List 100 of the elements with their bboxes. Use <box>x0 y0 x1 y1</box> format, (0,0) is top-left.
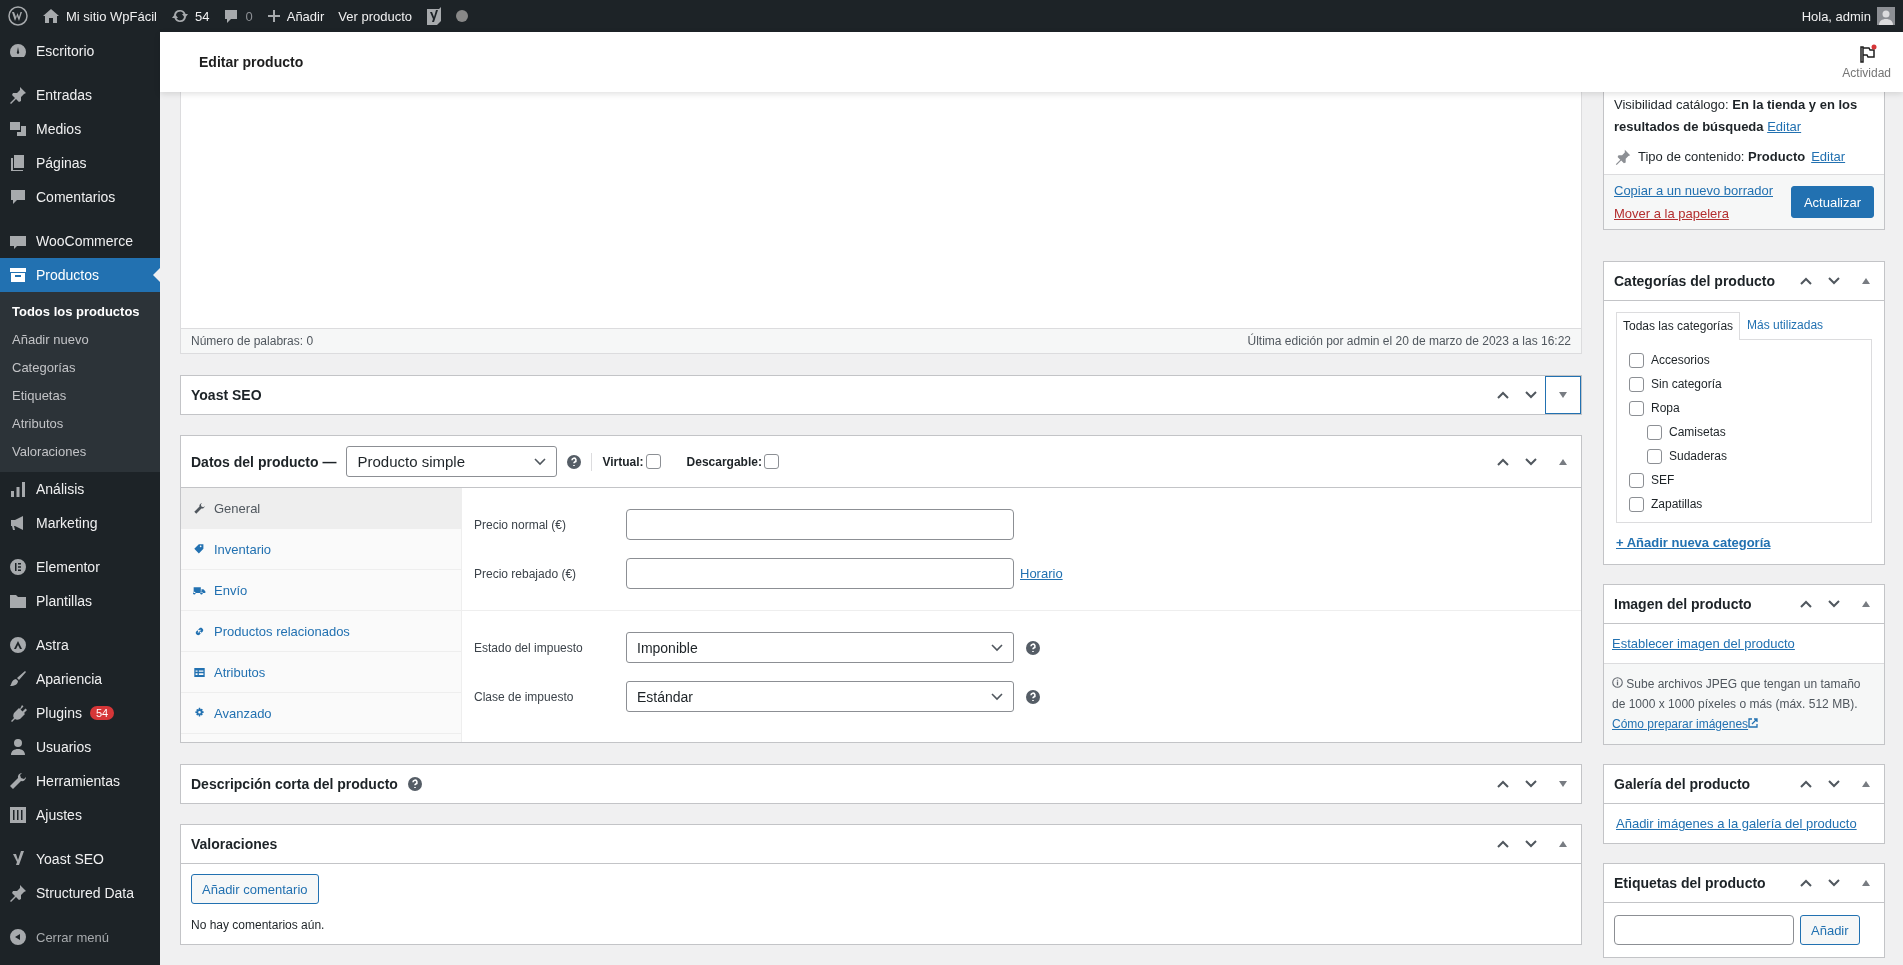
menu-item[interactable]: Apariencia <box>0 662 160 696</box>
activity-button[interactable]: Actividad <box>1842 44 1891 80</box>
chevron-down-icon <box>1827 779 1841 789</box>
product-type-select[interactable]: Producto simple <box>346 446 558 477</box>
submenu-item[interactable]: Categorías <box>0 354 160 382</box>
submenu-item[interactable]: Atributos <box>0 410 160 438</box>
edit-link[interactable]: Editar <box>1811 146 1846 168</box>
comment-icon <box>8 187 28 207</box>
refresh-icon <box>171 8 189 24</box>
checkbox[interactable] <box>1647 448 1662 464</box>
product-data-tab[interactable]: Avanzado <box>181 693 461 734</box>
panel-title[interactable]: Etiquetas del producto <box>1614 875 1766 891</box>
pin-icon <box>1614 148 1632 166</box>
select-field[interactable]: Estándar <box>626 681 1014 712</box>
option-label: Descargable: <box>686 454 762 469</box>
menu-item[interactable]: Herramientas <box>0 764 160 798</box>
trash-link[interactable]: Mover a la papelera <box>1614 206 1773 221</box>
product-data-tab[interactable]: Atributos <box>181 652 461 693</box>
guide-link[interactable]: Cómo preparar imágenes <box>1612 717 1759 731</box>
menu-item[interactable]: Entradas <box>0 78 160 112</box>
menu-item[interactable]: Yoast SEO <box>0 842 160 876</box>
panel-title[interactable]: Categorías del producto <box>1614 273 1776 289</box>
category-label: Accesorios <box>1651 353 1710 367</box>
updates-link[interactable]: 54 <box>171 8 210 24</box>
checkbox[interactable] <box>763 454 779 469</box>
chevron-up-icon <box>1799 779 1813 789</box>
view-product-link[interactable]: Ver producto <box>338 8 412 24</box>
checkbox[interactable] <box>1629 400 1644 416</box>
option-label: Virtual: <box>602 454 644 469</box>
panel-title[interactable]: Yoast SEO <box>191 387 262 403</box>
menu-item[interactable]: Comentarios <box>0 180 160 214</box>
toggle-panel-button[interactable] <box>1545 376 1581 414</box>
menu-item[interactable]: Análisis <box>0 472 160 506</box>
submenu-item[interactable]: Valoraciones <box>0 438 160 466</box>
caret-icon <box>991 643 1003 652</box>
submenu-item[interactable]: Añadir nuevo <box>0 326 160 354</box>
site-name-link[interactable]: Mi sitio WpFácil <box>42 8 157 24</box>
submenu-item[interactable]: Todos los productos <box>0 298 160 326</box>
add-tag-button[interactable]: Añadir <box>1800 915 1860 945</box>
menu-item[interactable]: Plantillas <box>0 584 160 618</box>
schedule-link[interactable]: Horario <box>1020 566 1063 581</box>
checkbox[interactable] <box>1629 496 1644 512</box>
checkbox[interactable] <box>645 454 661 469</box>
collapse-menu-button[interactable]: Cerrar menú <box>0 920 160 954</box>
product-data-tab[interactable]: Inventario <box>181 529 461 570</box>
checkbox[interactable] <box>1629 376 1644 392</box>
menu-item[interactable]: Structured Data <box>0 876 160 910</box>
count-badge: 54 <box>89 706 115 720</box>
tag-input-field[interactable] <box>1614 915 1794 945</box>
editor-panel[interactable]: Número de palabras: 0 Última edición por admin el 20 de marzo de 2023 a las 16:22 <box>180 92 1582 354</box>
avatar[interactable] <box>1877 7 1895 25</box>
plus-icon <box>266 9 281 23</box>
menu-item[interactable]: Productos <box>0 258 160 292</box>
add-gallery-link[interactable]: Añadir imágenes a la galería del producto <box>1616 816 1857 831</box>
copy-draft-link[interactable]: Copiar a un nuevo borrador <box>1614 183 1773 198</box>
menu-item[interactable]: Plugins 54 <box>0 696 160 730</box>
menu-item[interactable]: Ajustes <box>0 798 160 832</box>
panel-title[interactable]: Imagen del producto <box>1614 596 1752 612</box>
set-image-link[interactable]: Establecer imagen del producto <box>1612 636 1795 651</box>
add-comment-button[interactable]: Añadir comentario <box>191 874 319 904</box>
panel-title[interactable]: Descripción corta del producto <box>191 776 398 792</box>
menu-item[interactable]: Astra <box>0 628 160 662</box>
category-label: Sudaderas <box>1669 449 1728 463</box>
field-label: Clase de impuesto <box>473 689 575 704</box>
greeting-text[interactable]: Hola, admin <box>1801 8 1871 24</box>
category-tab[interactable]: Más utilizadas <box>1740 311 1831 339</box>
wordpress-logo-icon[interactable] <box>8 6 28 26</box>
menu-item[interactable]: Elementor <box>0 550 160 584</box>
y-logo-icon[interactable] <box>426 6 442 26</box>
add-category-link[interactable]: + Añadir nueva categoría <box>1616 535 1771 550</box>
chevron-down-icon <box>1827 599 1841 609</box>
category-tab[interactable]: Todas las categorías <box>1616 312 1741 340</box>
panel-title: Datos del producto — <box>191 453 337 470</box>
product-data-tab[interactable]: General <box>181 488 461 529</box>
chevron-up-icon <box>1496 779 1510 789</box>
checkbox[interactable] <box>1629 352 1644 368</box>
menu-item[interactable]: Marketing <box>0 506 160 540</box>
category-label: Ropa <box>1651 401 1680 415</box>
checkbox[interactable] <box>1647 424 1662 440</box>
menu-item[interactable]: Usuarios <box>0 730 160 764</box>
content-type-text: Tipo de contenido: Producto <box>1638 148 1806 166</box>
input-field[interactable] <box>626 509 1014 540</box>
menu-item[interactable]: WooCommerce <box>0 224 160 258</box>
input-field[interactable] <box>626 558 1014 589</box>
product-data-tab[interactable]: Productos relacionados <box>181 611 461 652</box>
checkbox[interactable] <box>1629 472 1644 488</box>
panel-title[interactable]: Valoraciones <box>191 836 278 852</box>
select-field[interactable]: Imponible <box>626 632 1014 663</box>
product-data-tab[interactable]: Envío <box>181 570 461 611</box>
panel-title[interactable]: Galería del producto <box>1614 776 1751 792</box>
chevron-down-icon <box>1524 390 1538 400</box>
edit-link[interactable]: Editar <box>1767 119 1802 134</box>
update-button[interactable]: Actualizar <box>1790 186 1874 218</box>
menu-item[interactable]: Escritorio <box>0 34 160 68</box>
add-new-link[interactable]: Añadir <box>266 8 325 24</box>
table-icon <box>193 665 206 679</box>
menu-item[interactable]: Medios <box>0 112 160 146</box>
comments-link[interactable]: 0 <box>223 8 253 24</box>
submenu-item[interactable]: Etiquetas <box>0 382 160 410</box>
menu-item[interactable]: Páginas <box>0 146 160 180</box>
